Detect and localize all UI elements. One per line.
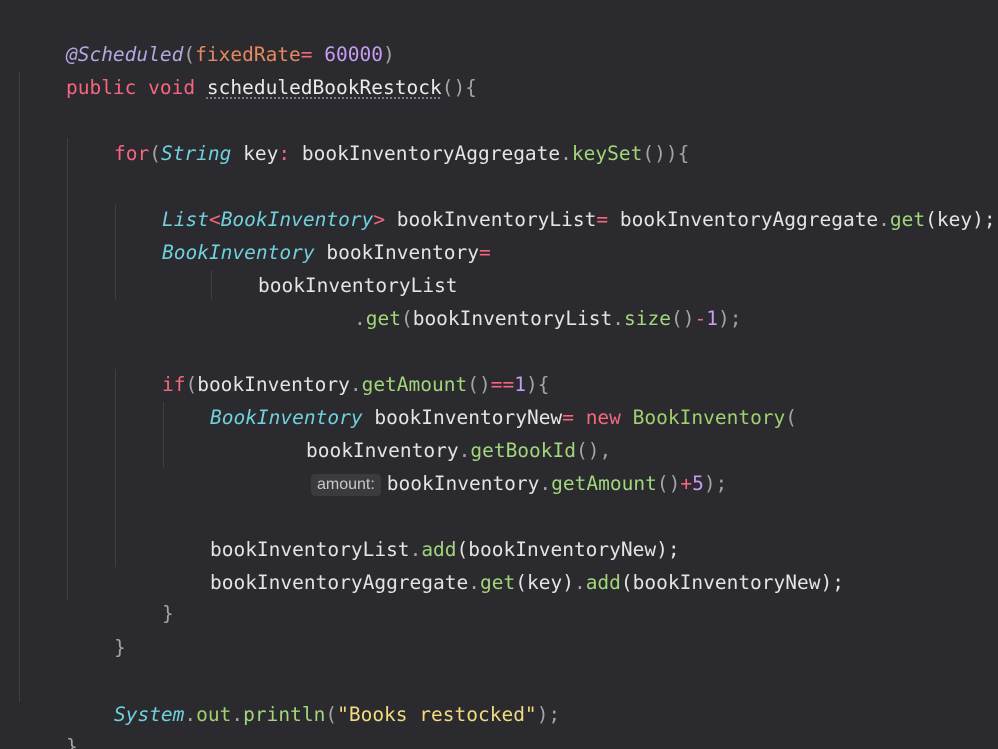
- dot: .: [573, 571, 586, 594]
- code-line-18[interactable]: }: [115, 564, 174, 625]
- dot: .: [560, 142, 572, 165]
- code-editor[interactable]: @Scheduled(fixedRate= 60000) public void…: [0, 0, 998, 749]
- method-call: get: [889, 208, 926, 231]
- closing-brace: }: [113, 636, 126, 659]
- keyword: void: [148, 76, 196, 99]
- arguments: (bookInventoryNew);: [620, 571, 844, 594]
- code-line-19[interactable]: }: [67, 598, 126, 659]
- identifier: bookInventoryAggregate: [209, 571, 469, 594]
- punctuation: (){: [441, 76, 477, 99]
- method-call: add: [585, 571, 621, 594]
- method-call: get: [480, 571, 516, 594]
- parameter-hint: amount:: [310, 474, 381, 496]
- code-line-4[interactable]: for(String key: bookInventoryAggregate.k…: [67, 104, 689, 165]
- code-line-14[interactable]: amount: bookInventory.getAmount()+5);: [264, 434, 727, 496]
- identifier: bookInventoryAggregate: [301, 142, 561, 165]
- operator: :: [278, 142, 291, 165]
- code-line-9[interactable]: .get(bookInventoryList.size()-1);: [307, 269, 742, 330]
- code-line-17[interactable]: bookInventoryAggregate.get(key).add(book…: [163, 533, 844, 594]
- paren: (: [325, 703, 338, 726]
- punctuation: ()){: [642, 142, 690, 165]
- paren: (: [149, 142, 161, 165]
- type-name: System: [113, 703, 185, 726]
- number-literal: 1: [706, 307, 718, 330]
- operator: =: [596, 208, 609, 231]
- method-call: get: [365, 307, 401, 330]
- code-line-22[interactable]: }: [19, 697, 78, 749]
- dot: .: [612, 307, 625, 330]
- dot: .: [184, 703, 197, 726]
- code-line-8[interactable]: bookInventoryList: [211, 236, 458, 297]
- field: out: [196, 703, 232, 726]
- dot: .: [353, 307, 366, 330]
- keyword: public: [65, 76, 137, 99]
- dot: .: [231, 703, 244, 726]
- paren: (: [785, 406, 798, 429]
- string-literal: "Books restocked": [337, 703, 537, 726]
- dot: .: [539, 472, 552, 495]
- variable: key: [231, 142, 279, 165]
- closing-brace: }: [161, 602, 174, 625]
- keyword: for: [113, 142, 150, 165]
- code-line-12[interactable]: BookInventory bookInventoryNew= new Book…: [163, 368, 797, 429]
- code-line-7[interactable]: BookInventory bookInventory=: [115, 203, 491, 264]
- identifier: bookInventory: [386, 472, 540, 495]
- class-name: BookInventory: [632, 406, 786, 429]
- punctuation: );: [703, 472, 728, 495]
- closing-brace: }: [65, 735, 78, 749]
- paren: (: [400, 307, 413, 330]
- identifier: bookInventoryList: [412, 307, 613, 330]
- operator: =: [478, 241, 491, 264]
- dot: .: [468, 571, 480, 594]
- operator: +: [680, 472, 693, 495]
- type-name: String: [160, 142, 232, 165]
- method-call: getAmount: [551, 472, 657, 495]
- punctuation: );: [718, 307, 742, 330]
- code-line-13[interactable]: bookInventory.getBookId(),: [259, 401, 611, 462]
- method-call: println: [243, 703, 326, 726]
- paren: (): [656, 472, 681, 495]
- arguments: (key): [515, 571, 574, 594]
- arguments: (key);: [925, 208, 996, 231]
- method-call: keySet: [571, 142, 643, 165]
- code-line-11[interactable]: if(bookInventory.getAmount()==1){: [115, 335, 549, 396]
- method-name[interactable]: scheduledBookRestock: [207, 76, 442, 99]
- dot: .: [878, 208, 890, 231]
- method-call: size: [624, 307, 672, 330]
- punctuation: );: [536, 703, 561, 726]
- number-literal: 5: [692, 472, 704, 495]
- code-line-16[interactable]: bookInventoryList.add(bookInventoryNew);: [163, 500, 680, 561]
- code-line-1[interactable]: @Scheduled(fixedRate= 60000): [19, 5, 395, 66]
- indent-guide: [19, 72, 20, 702]
- code-line-6[interactable]: List<BookInventory> bookInventoryList= b…: [115, 170, 996, 231]
- code-line-21[interactable]: System.out.println("Books restocked");: [67, 665, 560, 726]
- paren: (): [671, 307, 695, 330]
- code-line-2[interactable]: public void scheduledBookRestock(){: [19, 38, 477, 99]
- operator: -: [694, 307, 707, 330]
- indent-guide: [67, 138, 68, 600]
- identifier: bookInventoryAggregate: [619, 208, 879, 231]
